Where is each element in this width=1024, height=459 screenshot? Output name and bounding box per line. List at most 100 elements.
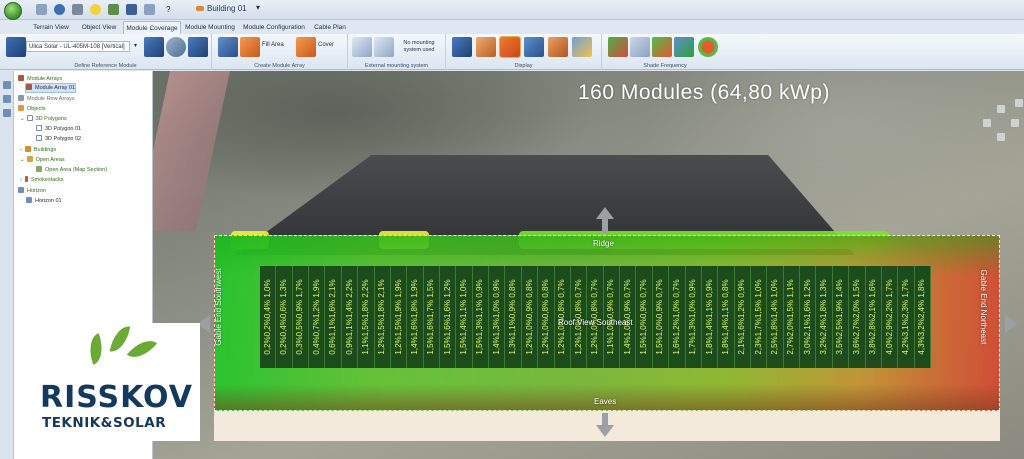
link-icon[interactable] xyxy=(108,4,119,15)
module-shade-column[interactable]: 1,1%1,5%1,8% 2,2% xyxy=(358,266,375,368)
module-layout-icon[interactable] xyxy=(144,37,164,57)
module-shade-column[interactable]: 0,6%1,1%1,6% 2,1% xyxy=(325,266,342,368)
tree-item-3d-polygon-02[interactable]: 3D Polygon 02 xyxy=(36,135,81,143)
tab-terrain-view[interactable]: Terrain View xyxy=(28,21,74,34)
move-down-arrow-icon[interactable] xyxy=(596,425,614,437)
move-up-arrow-icon[interactable] xyxy=(596,207,614,219)
shade-pie-chart-icon[interactable] xyxy=(698,37,718,57)
shade-heat-icon[interactable] xyxy=(652,37,672,57)
tab-cable-plan[interactable]: Cable Plan xyxy=(311,21,349,34)
grid-icon[interactable] xyxy=(3,95,11,103)
pan-up-icon[interactable] xyxy=(997,105,1005,113)
module-shade-column[interactable]: 2,3%1,7%1,5% 1,0% xyxy=(751,266,768,368)
module-shade-column[interactable]: 4,0%2,9%2,2% 1,7% xyxy=(882,266,899,368)
undo-icon[interactable] xyxy=(36,4,47,15)
module-shade-column[interactable]: 0,2%0,4%0,6% 1,3% xyxy=(276,266,293,368)
tree-item-open-area-map-section[interactable]: Open Area (Map Section) xyxy=(36,166,107,174)
shade-module-icon[interactable] xyxy=(674,37,694,57)
display-sun-icon[interactable] xyxy=(572,37,592,57)
module-shade-column[interactable]: 4,2%3,1%2,3% 1,7% xyxy=(898,266,915,368)
module-shade-column[interactable]: 3,2%2,4%1,8% 1,3% xyxy=(816,266,833,368)
module-shade-column[interactable]: 0,3%0,5%0,9% 1,7% xyxy=(293,266,310,368)
display-labels-icon[interactable] xyxy=(476,37,496,57)
tree-item-module-row-arrays[interactable]: Module Row Arrays xyxy=(18,95,75,103)
shade-panel-icon[interactable] xyxy=(630,37,650,57)
list-icon[interactable] xyxy=(3,109,11,117)
module-shade-column[interactable]: 1,2%1,0%0,9% 0,8% xyxy=(522,266,539,368)
module-shade-column[interactable]: 3,8%2,8%2,1% 1,6% xyxy=(866,266,882,368)
module-shade-column[interactable]: 0,9%1,1%1,4% 2,2% xyxy=(342,266,359,368)
module-shade-column[interactable]: 1,3%1,1%0,9% 0,8% xyxy=(505,266,522,368)
module-shade-column[interactable]: 1,6%1,2%1,0% 0,7% xyxy=(669,266,686,368)
tree-item-module-arrays[interactable]: Module Arrays xyxy=(18,75,62,83)
help-icon[interactable]: ? xyxy=(166,4,177,15)
module-shade-column[interactable]: 1,5%1,3%1,1% 0,9% xyxy=(473,266,490,368)
module-shade-column[interactable]: 1,7%1,3%1,0% 0,9% xyxy=(686,266,702,368)
settings-icon[interactable] xyxy=(72,4,83,15)
move-right-arrow-icon[interactable] xyxy=(1005,315,1017,333)
draw-array-icon[interactable] xyxy=(218,37,238,57)
tree-item-horizon[interactable]: Horizon xyxy=(18,187,46,195)
module-array-grid[interactable]: 0,2%0,2%0,4% 1,0% 0,2%0,4%0,6% 1,3% 0,3%0,… xyxy=(260,266,931,368)
module-shade-column[interactable]: 1,5%1,6%1,6% 1,2% xyxy=(440,266,457,368)
tree-item-buildings[interactable]: › Buildings xyxy=(20,146,56,154)
zoom-reset-icon[interactable] xyxy=(1015,99,1023,107)
shade-tree-icon[interactable] xyxy=(608,37,628,57)
pin-icon[interactable] xyxy=(3,81,11,89)
tree-item-3d-polygons[interactable]: ⌄ 3D Polygons xyxy=(20,115,67,123)
pan-down-icon[interactable] xyxy=(997,133,1005,141)
module-shade-column[interactable]: 0,4%0,7%1,2% 1,9% xyxy=(309,266,326,368)
module-shade-column[interactable]: 1,8%1,4%1,1% 0,8% xyxy=(718,266,735,368)
document-title[interactable]: Building 01 xyxy=(196,4,247,13)
display-heatmap-icon[interactable] xyxy=(499,36,521,58)
module-shade-column[interactable]: 0,2%0,2%0,4% 1,0% xyxy=(260,266,277,368)
module-shade-column[interactable]: 2,7%2,0%1,5% 1,1% xyxy=(784,266,801,368)
app-menu-orb-icon[interactable] xyxy=(4,2,22,20)
module-shade-column[interactable]: 1,4%1,6%1,8% 1,9% xyxy=(407,266,424,368)
module-tilt-icon[interactable] xyxy=(188,37,208,57)
light-bulb-icon[interactable] xyxy=(90,4,101,15)
info-icon[interactable] xyxy=(54,4,65,15)
tab-module-coverage[interactable]: Module Coverage xyxy=(123,21,181,34)
module-shade-column[interactable]: 3,6%2,7%2,0% 1,5% xyxy=(849,266,866,368)
module-icon[interactable] xyxy=(6,37,26,57)
module-shade-column[interactable]: 1,5%1,0%0,9% 0,7% xyxy=(636,266,653,368)
chevron-down-icon[interactable]: ▾ xyxy=(256,3,260,12)
display-roof-icon[interactable] xyxy=(548,37,568,57)
redo-icon[interactable] xyxy=(144,4,155,15)
tab-module-configuration[interactable]: Module Configuration xyxy=(240,21,308,34)
3d-viewport[interactable]: 0,2%0,2%0,4% 1,0% 0,2%0,4%0,6% 1,3% 0,3%0,… xyxy=(153,71,1024,459)
cover-icon[interactable] xyxy=(296,37,316,57)
module-shade-column[interactable]: 1,4%1,3%1,0% 0,9% xyxy=(489,266,506,368)
module-shade-column[interactable]: 1,5%1,4%1,1% 1,0% xyxy=(456,266,473,368)
module-select[interactable]: Ulica Solar - UL-405M-108 [Vertical] xyxy=(26,41,130,52)
module-shade-column[interactable]: 1,1%1,0%0,9% 0,7% xyxy=(604,266,621,368)
tree-item-objects[interactable]: Objects xyxy=(18,105,46,113)
cover-button[interactable]: Cover xyxy=(318,42,334,48)
tree-item-open-areas[interactable]: ⌄ Open Areas xyxy=(20,156,65,164)
fill-area-button[interactable]: Fill Area xyxy=(262,42,284,48)
module-shade-column[interactable]: 1,2%1,0%0,8% 0,7% xyxy=(571,266,588,368)
module-shade-column[interactable]: 3,0%2,1%1,6% 1,2% xyxy=(800,266,817,368)
module-rotate-icon[interactable] xyxy=(166,37,186,57)
module-shade-column[interactable]: 1,2%1,5%1,8% 2,1% xyxy=(375,266,391,368)
pan-right-icon[interactable] xyxy=(1011,119,1019,127)
tree-item-smokestacks[interactable]: › Smokestacks xyxy=(20,176,64,184)
module-shade-column[interactable]: 1,8%1,4%1,1% 0,9% xyxy=(702,266,719,368)
module-shade-column[interactable]: 3,5%2,5%1,9% 1,4% xyxy=(833,266,850,368)
view-navigation-control[interactable] xyxy=(983,105,1019,141)
tree-item-3d-polygon-01[interactable]: 3D Polygon 01 xyxy=(36,125,81,133)
module-select-chevron-icon[interactable]: ▾ xyxy=(134,42,137,49)
module-shade-column[interactable]: 1,2%1,5%1,9% 1,9% xyxy=(391,266,408,368)
module-shade-column[interactable]: 1,2%1,0%0,8% 0,7% xyxy=(555,266,571,368)
tree-item-module-array-01[interactable]: Module Array 01 xyxy=(24,83,77,93)
pan-left-icon[interactable] xyxy=(983,119,991,127)
fill-area-icon[interactable] xyxy=(240,37,260,57)
mounting-rack-icon[interactable] xyxy=(374,37,394,57)
module-shade-column[interactable]: 1,4%1,0%0,9% 0,7% xyxy=(620,266,637,368)
module-shade-column[interactable]: 1,2%1,0%0,8% 0,8% xyxy=(538,266,555,368)
module-shade-column[interactable]: 2,1%1,6%1,2% 0,9% xyxy=(735,266,751,368)
module-shade-column[interactable]: 1,2%1,0%0,8% 0,7% xyxy=(587,266,604,368)
tree-item-horizon-01[interactable]: Horizon 01 xyxy=(26,197,62,205)
save-icon[interactable] xyxy=(126,4,137,15)
